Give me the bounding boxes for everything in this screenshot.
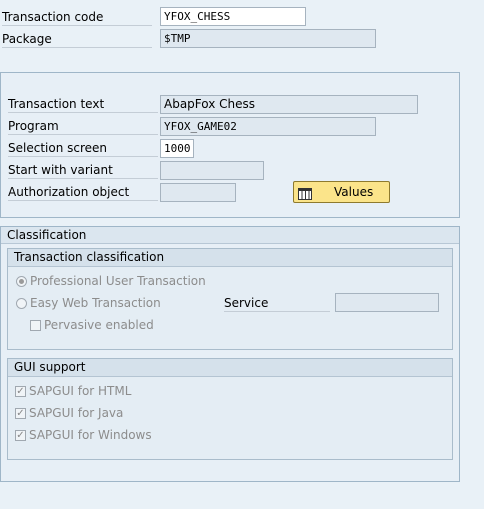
start-with-variant-field[interactable] [160,161,264,180]
service-field[interactable] [335,293,439,312]
start-with-variant-label: Start with variant [8,162,158,179]
easy-web-radio[interactable] [16,298,27,309]
pervasive-checkbox[interactable] [30,320,41,331]
selection-screen-field[interactable]: 1000 [160,139,194,158]
transaction-classification-title: Transaction classification [8,249,452,267]
program-field[interactable]: YFOX_GAME02 [160,117,376,136]
table-icon [298,186,312,206]
values-button-label: Values [334,185,374,199]
sapgui-html-checkbox[interactable]: ✓ [15,386,26,397]
sapgui-windows-label: SAPGUI for Windows [29,428,152,442]
transaction-code-label: Transaction code [2,9,152,26]
values-button[interactable]: Values [293,181,390,203]
package-label: Package [2,31,152,48]
sapgui-html-label: SAPGUI for HTML [29,384,132,398]
professional-user-label: Professional User Transaction [30,274,206,288]
sapgui-java-label: SAPGUI for Java [29,406,124,420]
transaction-text-label: Transaction text [8,96,158,113]
transaction-code-field[interactable]: YFOX_CHESS [160,7,306,26]
sapgui-java-checkbox[interactable]: ✓ [15,408,26,419]
easy-web-label: Easy Web Transaction [30,296,161,310]
package-field[interactable]: $TMP [160,29,376,48]
program-label: Program [8,118,158,135]
classification-title: Classification [1,227,459,244]
professional-user-radio[interactable] [16,276,27,287]
authorization-object-label: Authorization object [8,184,158,201]
selection-screen-label: Selection screen [8,140,158,157]
pervasive-label: Pervasive enabled [44,318,154,332]
sapgui-windows-checkbox[interactable]: ✓ [15,430,26,441]
service-label: Service [224,295,330,312]
authorization-object-field[interactable] [160,183,236,202]
gui-support-title: GUI support [8,359,452,377]
transaction-text-field[interactable]: AbapFox Chess [160,95,418,114]
